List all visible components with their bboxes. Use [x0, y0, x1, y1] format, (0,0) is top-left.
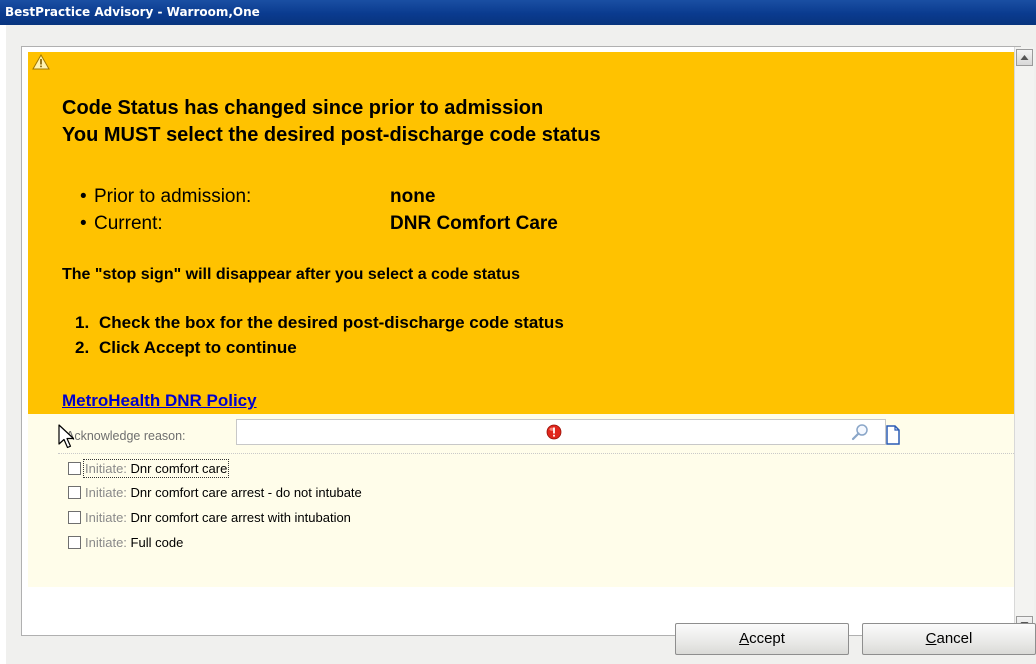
- advisory-panel: Code Status has changed since prior to a…: [28, 52, 1020, 587]
- scroll-up-button[interactable]: [1016, 49, 1033, 66]
- status-row-current: • Current: DNR Comfort Care: [80, 213, 558, 235]
- cancel-button[interactable]: Cancel: [862, 623, 1036, 655]
- acknowledge-section: Acknowledge reason: Initiate: Dnr comfor…: [28, 414, 1020, 587]
- warning-icon: [32, 54, 50, 70]
- step-text: Click Accept to continue: [99, 338, 297, 357]
- option-label: Dnr comfort care arrest with intubation: [130, 510, 351, 525]
- cancel-mnemonic: C: [925, 630, 937, 647]
- step-text: Check the box for the desired post-disch…: [99, 313, 564, 332]
- option-text: Initiate: Full code: [85, 535, 183, 550]
- option-full-code[interactable]: Initiate: Full code: [68, 535, 183, 553]
- required-icon: [546, 424, 562, 440]
- status-value: none: [390, 186, 436, 207]
- bullet-icon: •: [80, 213, 87, 234]
- option-prefix: Initiate:: [85, 510, 127, 525]
- step-number: 1.: [75, 313, 90, 332]
- option-label: Full code: [130, 535, 184, 550]
- option-text: Initiate: Dnr comfort care arrest with i…: [85, 510, 351, 525]
- arrow-up-icon: [1020, 55, 1029, 60]
- status-label: Current:: [94, 213, 163, 234]
- search-icon[interactable]: [851, 423, 869, 441]
- option-prefix: Initiate:: [85, 461, 127, 476]
- section-divider: [58, 453, 1020, 454]
- acknowledge-reason-label: Acknowledge reason:: [66, 429, 186, 443]
- checkbox[interactable]: [68, 486, 81, 499]
- option-text: Initiate: Dnr comfort care: [82, 459, 230, 478]
- status-label: Prior to admission:: [94, 186, 252, 207]
- dialog-body: Code Status has changed since prior to a…: [6, 25, 1036, 664]
- option-prefix: Initiate:: [85, 535, 127, 550]
- checkbox[interactable]: [68, 511, 81, 524]
- option-label: Dnr comfort care: [130, 461, 228, 476]
- option-label: Dnr comfort care arrest - do not intubat…: [130, 485, 362, 500]
- status-row-prior: • Prior to admission: none: [80, 186, 435, 208]
- vertical-scrollbar[interactable]: [1014, 47, 1034, 635]
- option-dnr-cc-arrest-intubation[interactable]: Initiate: Dnr comfort care arrest with i…: [68, 510, 351, 528]
- step-number: 2.: [75, 338, 90, 357]
- status-value: DNR Comfort Care: [390, 213, 558, 234]
- checkbox[interactable]: [68, 462, 81, 475]
- document-icon[interactable]: [884, 425, 902, 445]
- option-text: Initiate: Dnr comfort care arrest - do n…: [85, 485, 362, 500]
- window-title: BestPractice Advisory - Warroom,One: [0, 0, 1036, 25]
- option-dnr-cc-arrest-no-intubate[interactable]: Initiate: Dnr comfort care arrest - do n…: [68, 485, 362, 503]
- advisory-pane: Code Status has changed since prior to a…: [21, 46, 1021, 636]
- mouse-cursor-icon: [58, 424, 75, 449]
- dnr-policy-link[interactable]: MetroHealth DNR Policy: [62, 391, 257, 411]
- accept-button[interactable]: Accept: [675, 623, 849, 655]
- stop-sign-note: The "stop sign" will disappear after you…: [62, 266, 520, 283]
- instruction-step-1: 1. Check the box for the desired post-dis…: [75, 313, 564, 333]
- instruction-step-2: 2. Click Accept to continue: [75, 338, 297, 358]
- checkbox[interactable]: [68, 536, 81, 549]
- accept-mnemonic: A: [739, 630, 750, 647]
- accept-label: ccept: [749, 630, 785, 647]
- option-dnr-comfort-care[interactable]: Initiate: Dnr comfort care: [68, 459, 230, 479]
- advisory-heading-2: You MUST select the desired post-dischar…: [62, 124, 601, 146]
- bullet-icon: •: [80, 186, 87, 207]
- option-prefix: Initiate:: [85, 485, 127, 500]
- advisory-heading-1: Code Status has changed since prior to a…: [62, 97, 544, 119]
- cancel-label: ancel: [936, 630, 973, 647]
